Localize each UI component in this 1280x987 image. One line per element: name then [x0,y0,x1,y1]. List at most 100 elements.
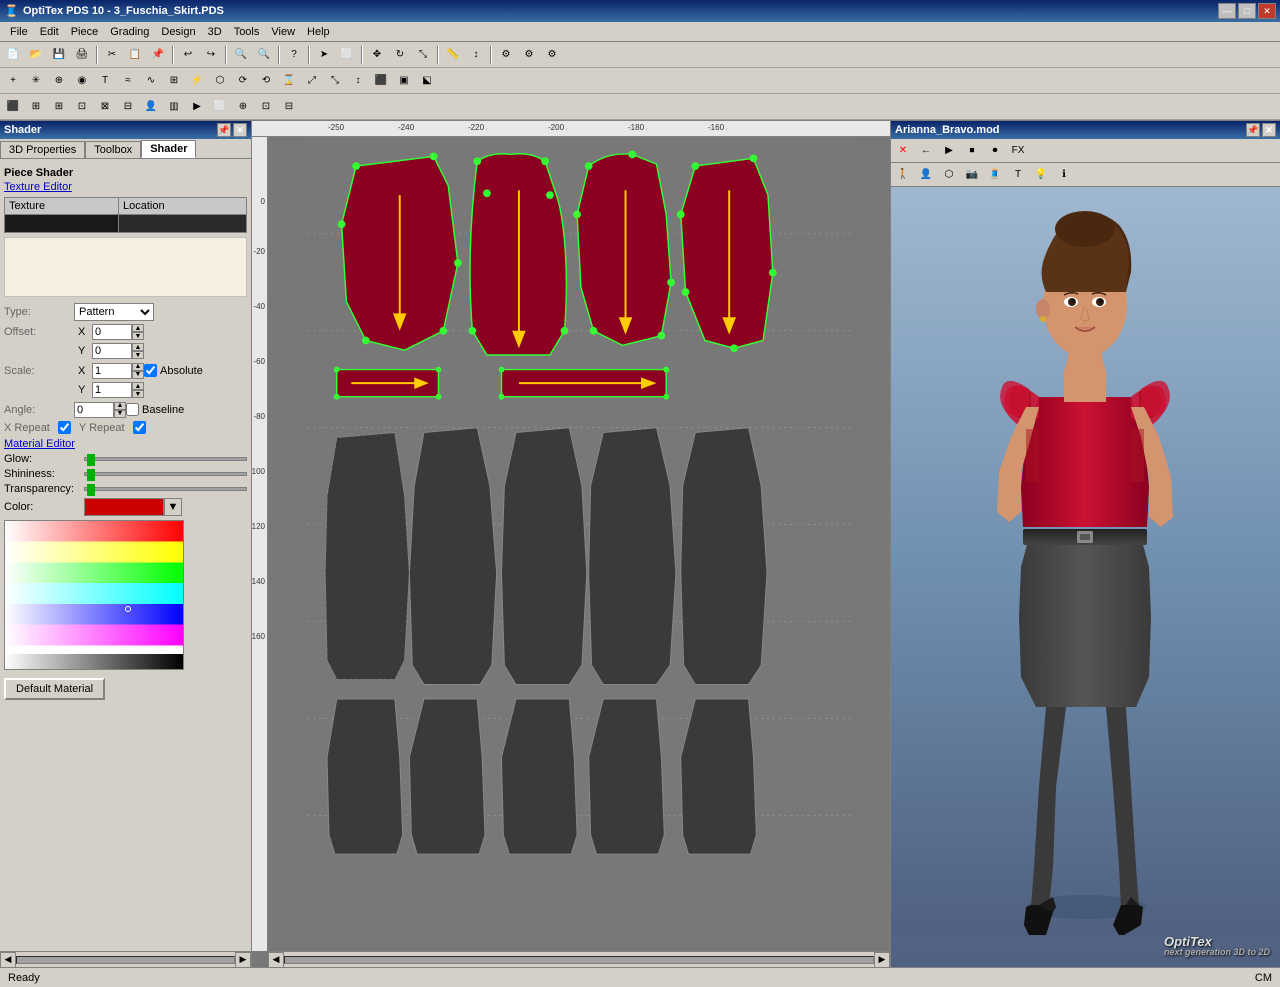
tab-toolbox[interactable]: Toolbox [85,141,141,158]
tb-extra2[interactable]: ⚙ [518,44,540,66]
tb-help[interactable]: ? [283,44,305,66]
tb3-11[interactable]: ⊕ [232,96,254,118]
model-pin-btn[interactable]: 📌 [1246,123,1260,137]
scale-x-up[interactable]: ▲ [132,363,144,371]
tb-save[interactable]: 💾 [48,44,70,66]
transparency-thumb[interactable] [87,484,95,496]
tb-arrow[interactable]: ➤ [313,44,335,66]
tb-zoom-in[interactable]: 🔍 [230,44,252,66]
shader-close-btn[interactable]: ✕ [233,123,247,137]
color-box[interactable] [84,498,164,516]
texture-table-row[interactable] [5,215,247,233]
menu-view[interactable]: View [265,24,301,40]
tb-copy[interactable]: 📋 [124,44,146,66]
offset-y-up[interactable]: ▲ [132,343,144,351]
tb-extra3[interactable]: ⚙ [541,44,563,66]
model-tb-arrow[interactable]: ← [915,140,937,162]
menu-tools[interactable]: Tools [228,24,266,40]
tb3-7[interactable]: 👤 [140,96,162,118]
tb2-8[interactable]: ⊞ [163,70,185,92]
offset-x-input[interactable] [92,324,132,340]
tb2-1[interactable]: + [2,70,24,92]
offset-y-input[interactable] [92,343,132,359]
menu-help[interactable]: Help [301,24,336,40]
model-tb2-cloth[interactable]: 🧵 [984,164,1006,186]
tb-paste[interactable]: 📌 [147,44,169,66]
model-tb2-light[interactable]: 💡 [1030,164,1052,186]
model-tb-play[interactable]: ▶ [938,140,960,162]
color-picker[interactable] [4,520,184,670]
baseline-checkbox[interactable] [126,403,139,416]
tb3-3[interactable]: ⊞ [48,96,70,118]
model-tb-pause[interactable]: ⏹ [961,140,983,162]
tb3-5[interactable]: ⊠ [94,96,116,118]
model-tb-fx[interactable]: FX [1007,140,1029,162]
menu-piece[interactable]: Piece [65,24,105,40]
tb-undo[interactable]: ↩ [177,44,199,66]
model-tb-stop[interactable]: ✕ [892,140,914,162]
tb3-13[interactable]: ⊟ [278,96,300,118]
tb-measure[interactable]: 📏 [442,44,464,66]
tb3-4[interactable]: ⊡ [71,96,93,118]
tb2-3[interactable]: ⊕ [48,70,70,92]
shader-scroll-left[interactable]: ◀ [0,952,16,968]
menu-design[interactable]: Design [155,24,201,40]
tb2-13[interactable]: ⌛ [278,70,300,92]
model-tb2-info[interactable]: ℹ [1053,164,1075,186]
menu-grading[interactable]: Grading [104,24,155,40]
tb-open[interactable]: 📂 [25,44,47,66]
tb2-5[interactable]: T [94,70,116,92]
location-cell[interactable] [119,215,247,233]
scale-x-input[interactable] [92,363,132,379]
angle-down[interactable]: ▼ [114,410,126,418]
color-dropdown-btn[interactable]: ▼ [164,498,182,516]
tb2-7[interactable]: ∿ [140,70,162,92]
tb3-12[interactable]: ⊡ [255,96,277,118]
x-repeat-checkbox[interactable] [58,421,71,434]
shininess-track[interactable] [84,472,247,476]
texture-editor-link[interactable]: Texture Editor [4,181,247,193]
tb2-15[interactable]: ⤡ [324,70,346,92]
glow-track[interactable] [84,457,247,461]
tb2-2[interactable]: ✳ [25,70,47,92]
shader-scroll-track[interactable] [16,956,235,964]
scale-y-down[interactable]: ▼ [132,390,144,398]
model-tb2-walk[interactable]: 🚶 [892,164,914,186]
tb2-17[interactable]: ⬛ [370,70,392,92]
material-editor-link[interactable]: Material Editor [4,438,247,450]
menu-file[interactable]: File [4,24,34,40]
tab-shader[interactable]: Shader [141,140,196,158]
tb2-18[interactable]: ▣ [393,70,415,92]
tb-new[interactable]: 📄 [2,44,24,66]
scale-y-up[interactable]: ▲ [132,382,144,390]
tb3-8[interactable]: ▥ [163,96,185,118]
tb2-6[interactable]: ≈ [117,70,139,92]
texture-cell[interactable] [5,215,119,233]
angle-input[interactable] [74,402,114,418]
tb3-10[interactable]: ⬜ [209,96,231,118]
tb-scale-tool[interactable]: ⤡ [412,44,434,66]
close-button[interactable]: ✕ [1258,3,1276,19]
shininess-thumb[interactable] [87,469,95,481]
scale-x-down[interactable]: ▼ [132,371,144,379]
canvas-scroll-right[interactable]: ▶ [874,952,890,968]
model-view[interactable]: OptiTex next generation 3D to 2D [891,187,1280,967]
tb2-14[interactable]: ⤢ [301,70,323,92]
tb2-10[interactable]: ⬡ [209,70,231,92]
menu-3d[interactable]: 3D [202,24,228,40]
tb2-4[interactable]: ◉ [71,70,93,92]
tb2-11[interactable]: ⟳ [232,70,254,92]
tb2-16[interactable]: ↕ [347,70,369,92]
canvas-scroll-left[interactable]: ◀ [268,952,284,968]
model-tb2-person[interactable]: 👤 [915,164,937,186]
minimize-button[interactable]: — [1218,3,1236,19]
angle-up[interactable]: ▲ [114,402,126,410]
default-material-button[interactable]: Default Material [4,678,105,700]
tb-move[interactable]: ✥ [366,44,388,66]
model-tb-record[interactable]: ⏺ [984,140,1006,162]
tb3-6[interactable]: ⊟ [117,96,139,118]
menu-edit[interactable]: Edit [34,24,65,40]
glow-thumb[interactable] [87,454,95,466]
shader-pin-btn[interactable]: 📌 [217,123,231,137]
tb3-1[interactable]: ⬛ [2,96,24,118]
